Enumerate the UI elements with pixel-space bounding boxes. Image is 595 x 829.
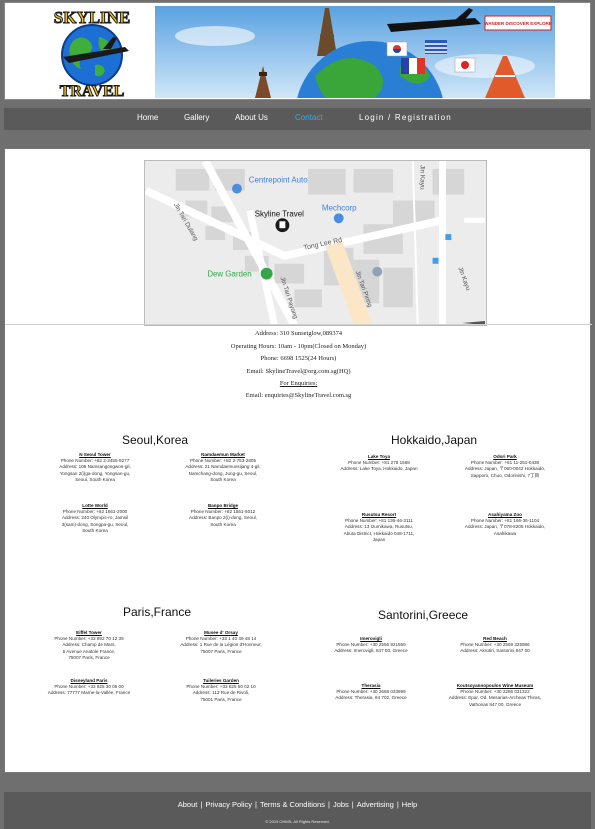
place-address: Seoul, South Korea: [75, 476, 115, 482]
place-address: Address: Therasia, 84 702, Greece: [335, 695, 407, 701]
place-card: Therasia Phone Number: +30 2668 033699 A…: [311, 683, 431, 702]
place-card: Odori Park Phone Number: +81 11-251-0438…: [445, 454, 565, 479]
place-address: South Korea: [82, 527, 108, 533]
place-address: South Korea: [210, 521, 236, 527]
place-card: Lotte World Phone Number: +82 1661-2000 …: [35, 503, 155, 534]
footer-link-terms[interactable]: Terms & Conditions: [260, 800, 325, 809]
place-card: Disneyland Paris Phone Number: +33 825 3…: [29, 678, 149, 697]
place-card: Tuileries Garden Phone Number: +33 825 5…: [161, 678, 281, 703]
map-label-jln-kayu-top: Jln Kayu: [419, 165, 426, 190]
banner-sign-text: WANDER DISCOVER EXPLORE: [484, 21, 552, 26]
nav-about[interactable]: About Us: [235, 113, 268, 122]
place-card: Musee d' Orsay Phone Number: +33 1 40 49…: [161, 630, 281, 655]
place-address: Address: Akrotiri, Santorini 847 00: [460, 648, 530, 654]
footer-separator: |: [327, 800, 330, 809]
top-navigation: Home Gallery About Us Contact Login / Re…: [4, 108, 591, 130]
footer-link-help[interactable]: Help: [402, 800, 417, 809]
place-address: 75007 Paris, France: [200, 648, 242, 654]
logo-top-text: SKYLINE: [54, 8, 131, 27]
place-address: Address: Lake Toya, Hokkaido, Japan: [340, 466, 418, 472]
main-content: Centrepoint Auto Mechcorp Skyline Travel…: [4, 148, 592, 773]
place-address: Address: Epar. Od. Mesarias-Archeas Thir…: [448, 695, 542, 701]
nav-gallery[interactable]: Gallery: [184, 113, 209, 122]
copyright: © 2019 OHMS, All Rights Reserved.: [265, 819, 330, 824]
header-banner: WANDER DISCOVER EXPLORE: [155, 6, 555, 98]
place-address: 75007 Paris, France: [68, 654, 110, 660]
location-map[interactable]: Centrepoint Auto Mechcorp Skyline Travel…: [144, 160, 487, 326]
place-address: Vathonas 847 00, Greece: [468, 701, 521, 707]
place-address: Asahikawa: [493, 530, 517, 536]
footer-separator: |: [255, 800, 257, 809]
logo-bottom-text: TRAVEL: [60, 83, 125, 99]
map-label-dew-garden: Dew Garden: [207, 270, 251, 279]
divider: [5, 324, 592, 325]
contact-email: Email: SkylineTravel@org.com.sg(HQ): [246, 368, 351, 375]
footer-link-about[interactable]: About: [178, 800, 198, 809]
footer-link-jobs[interactable]: Jobs: [333, 800, 349, 809]
place-address: 75001 Paris, France: [200, 696, 242, 702]
place-address: Address: Imerovigli, 847 00, Greece: [334, 648, 408, 654]
place-card: Banpo Bridge Phone Number: +82 1551-5012…: [163, 503, 283, 528]
footer: About | Privacy Policy | Terms & Conditions |…: [4, 792, 591, 829]
enquiries-heading: For Enquiries:: [279, 380, 318, 387]
place-card: Imerovigli Phone Number: +30 2556 921559…: [311, 636, 431, 655]
map-label-mechcorp: Mechcorp: [322, 203, 357, 212]
place-address: Address: 77777 Marne-la-Vallée, France: [47, 690, 131, 696]
map-label-skyline: Skyline Travel: [255, 209, 304, 218]
place-address: Sapporo, Chuo, Odorinishi, 7丁目: [470, 472, 540, 478]
contact-address: Address: 310 Sunsetglow,089374: [254, 330, 343, 337]
region-title-hokkaido: Hokkaido,Japan: [391, 433, 478, 447]
footer-separator: |: [396, 800, 399, 809]
contact-phone: Phone: 6698 1525(24 Hours): [260, 355, 337, 362]
nav-contact[interactable]: Contact: [295, 113, 323, 122]
place-card: Rusutsu Resort Phone Number: +81 136-46-…: [319, 512, 439, 543]
place-card: Namdaemun Market Phone Number: +82 2-753…: [163, 452, 283, 483]
enquiries-email[interactable]: Email: enquiries@SkylineTravel.com.sg: [5, 392, 592, 399]
map-label-centrepoint: Centrepoint Auto: [249, 176, 308, 185]
place-card: N Seoul Tower Phone Number: +82 2-3455-9…: [35, 452, 155, 483]
footer-link-advertising[interactable]: Advertising: [357, 800, 394, 809]
region-title-paris: Paris,France: [123, 605, 192, 619]
region-title-seoul: Seoul,Korea: [122, 433, 189, 447]
place-address: South Korea: [210, 476, 236, 482]
place-address: Japan: [372, 536, 386, 542]
nav-home[interactable]: Home: [137, 113, 158, 122]
place-card: Koutsoyannopoulos Wine Museum Phone Numb…: [435, 683, 555, 708]
place-card: Lake Toya Phone Number: +81 278 1568 Add…: [319, 454, 439, 473]
site-logo[interactable]: SKYLINE TRAVEL: [33, 7, 151, 100]
place-card: Eiffel Tower Phone Number: +33 892 70 12…: [29, 630, 149, 661]
contact-hours: Operating Hours: 10am - 10pm(Closed on M…: [230, 343, 367, 350]
region-title-santorini: Santorini,Greece: [378, 608, 469, 622]
footer-link-privacy[interactable]: Privacy Policy: [205, 800, 252, 809]
nav-login-registration[interactable]: Login / Registration: [359, 113, 452, 122]
footer-links: About | Privacy Policy | Terms & Conditions |…: [4, 800, 591, 809]
place-card: Asahiyama Zoo Phone Number: +81 166-36-1…: [445, 512, 565, 537]
header: SKYLINE TRAVEL WANDER DISCOVER EXPLORE: [4, 2, 591, 100]
place-card: Red Beach Phone Number: +30 2569 325986 …: [435, 636, 555, 655]
footer-separator: |: [351, 800, 354, 809]
